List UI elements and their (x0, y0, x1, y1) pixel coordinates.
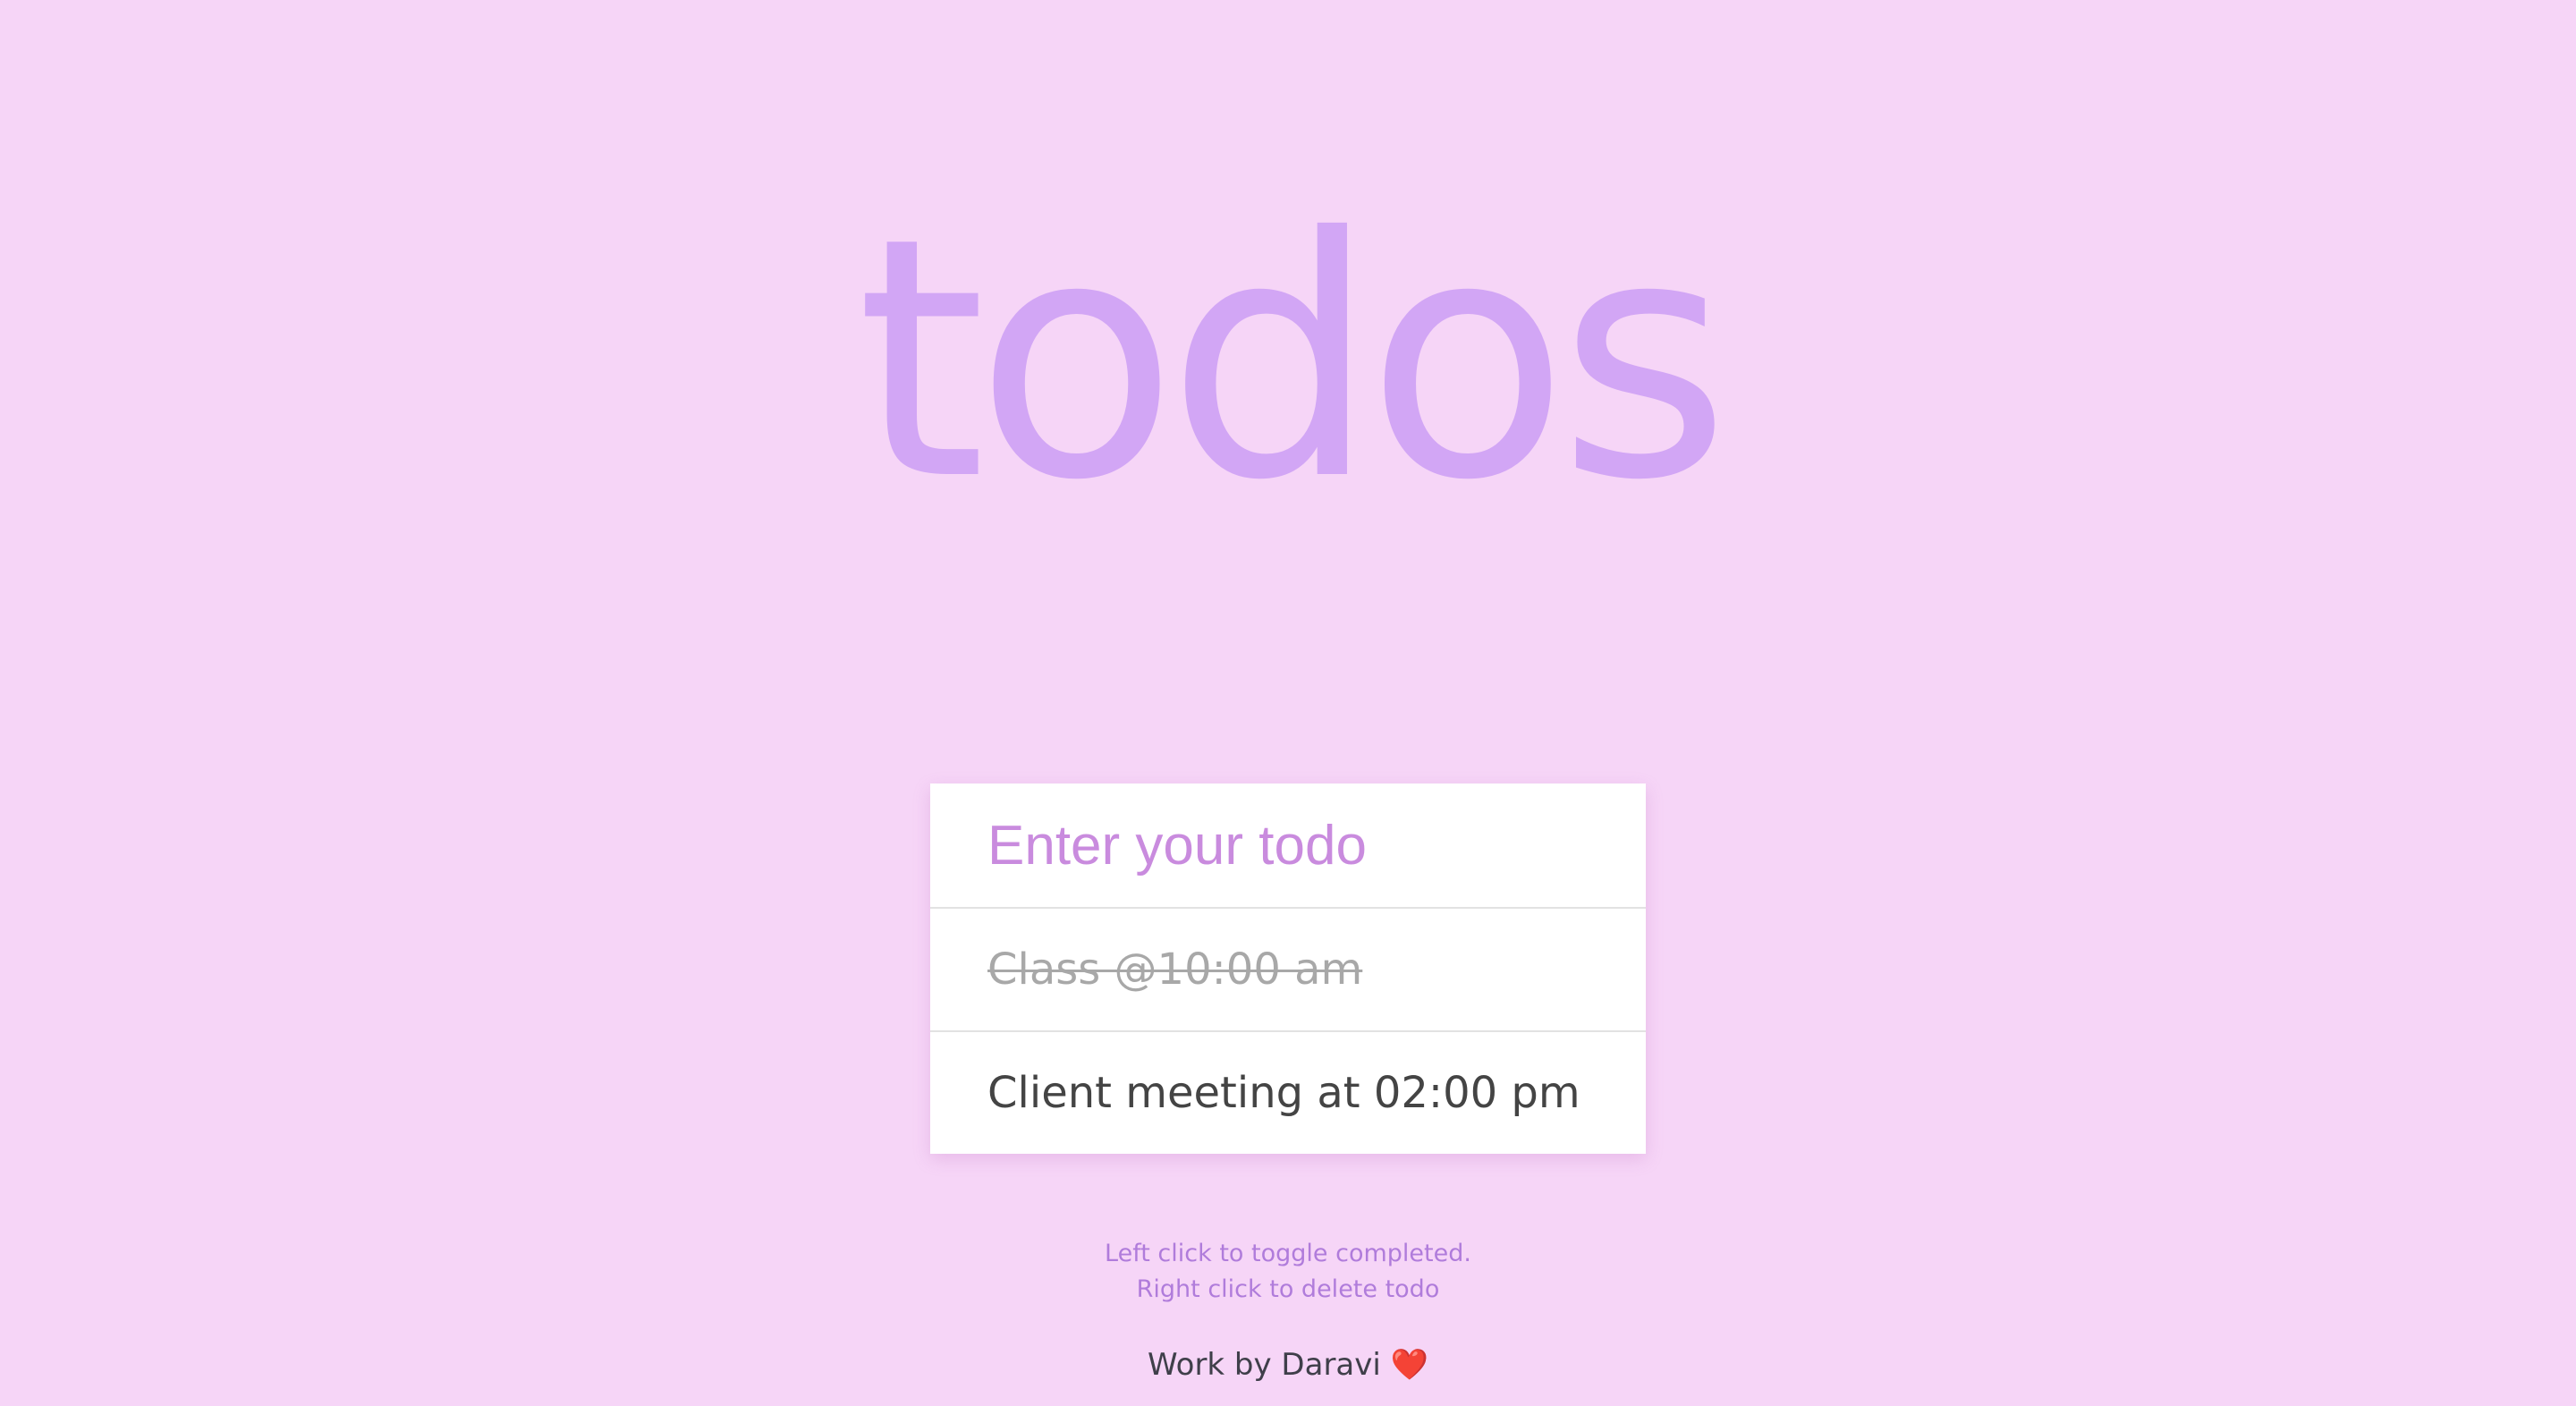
hint-delete: Right click to delete todo (1136, 1275, 1440, 1303)
footer: Work by Daravi ❤️ (0, 1347, 2576, 1383)
todo-item[interactable]: Client meeting at 02:00 pm (930, 1030, 1646, 1154)
todo-item-completed[interactable]: Class @10:00 am (930, 907, 1646, 1030)
footer-credit: Work by Daravi (1148, 1347, 1381, 1383)
heart-icon: ❤️ (1390, 1347, 1428, 1383)
todo-card: Class @10:00 am Client meeting at 02:00 … (930, 783, 1646, 1154)
hint-toggle: Left click to toggle completed. (1105, 1240, 1471, 1267)
usage-hint: Left click to toggle completed. Right cl… (0, 1236, 2576, 1308)
todo-input[interactable] (930, 783, 1646, 907)
page-title: todos (856, 168, 1730, 553)
todo-list: Class @10:00 am Client meeting at 02:00 … (930, 907, 1646, 1154)
